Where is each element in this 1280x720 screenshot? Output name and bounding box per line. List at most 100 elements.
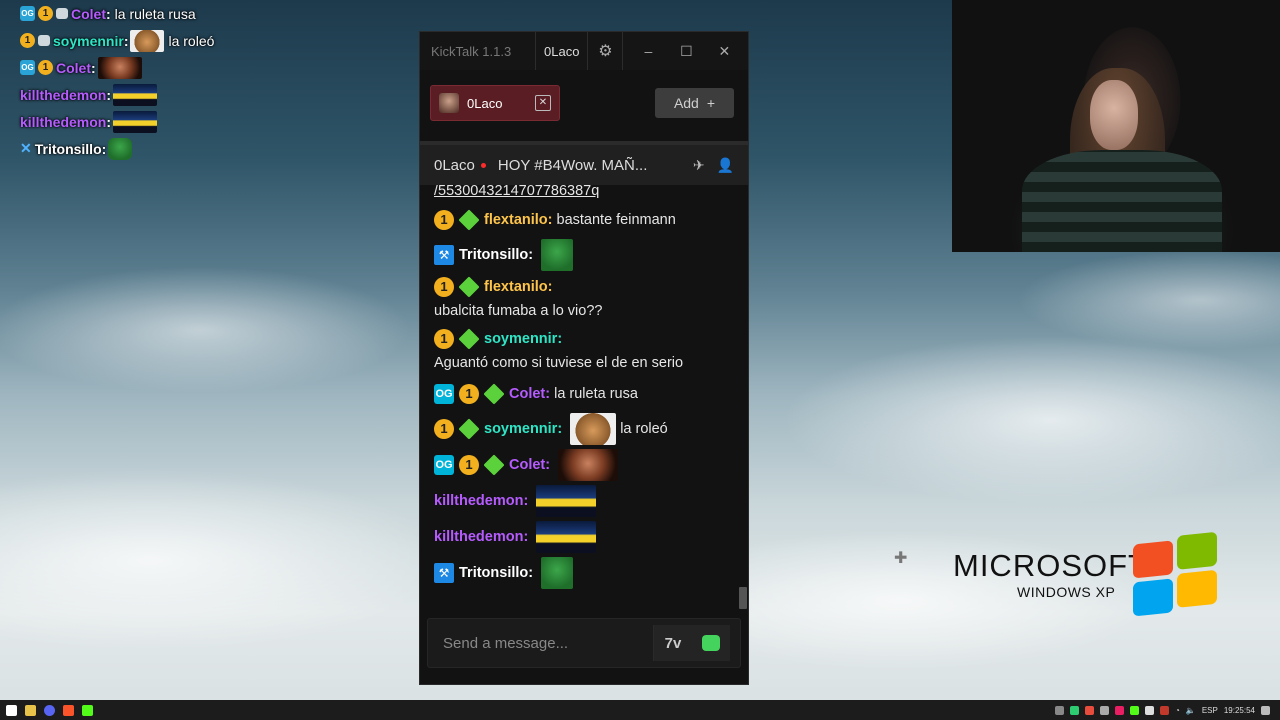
chat-message[interactable]: OG 1 Colet: [434,449,724,481]
stream-title: HOY #B4Wow. MAÑ... [497,156,648,174]
chat-username[interactable]: flextanilo [484,208,548,232]
chat-messages[interactable]: /5530043214707786387q 1 flextanilo: bastan… [420,185,738,605]
chat-link[interactable]: /5530043214707786387q [434,185,724,201]
chat-colon: : [557,421,563,437]
user-icon[interactable]: 👤 [717,157,734,174]
chat-badge-icon [38,35,50,46]
kick-emote-button[interactable] [692,625,730,661]
close-button[interactable]: ✕ [705,43,743,60]
car-emote-icon [536,521,597,553]
webcam-person-face [1090,80,1138,150]
chat-username[interactable]: killthedemon [434,489,523,513]
moderator-badge-icon: ✕ [20,140,32,156]
chat-username[interactable]: soymennir [484,327,557,351]
gift-badge-icon [483,383,505,405]
overlay-colon: : [101,140,107,157]
overlay-chat-row: OG 1 Colet: la ruleta rusa [20,0,340,27]
settings-gear-icon[interactable]: ⚙ [588,32,624,70]
tray-icon[interactable] [1115,705,1125,715]
chat-message[interactable]: 1 flextanilo: ubalcita fumaba a lo vio?? [434,275,724,323]
chat-message[interactable]: 1 flextanilo: bastante feinmann [434,205,724,235]
gift-badge-icon [483,454,505,476]
overlay-username: Colet [56,59,91,76]
tray-icon[interactable] [1055,705,1065,715]
plus-icon: + [706,95,716,111]
chat-badge-icon [56,8,68,19]
chat-message[interactable]: 1 soymennir: Aguantó como si tuviese el de… [434,327,724,375]
tab-close-icon[interactable]: ✕ [535,95,551,111]
maximize-button[interactable]: ☐ [667,43,705,60]
channel-avatar [439,93,459,113]
chat-username[interactable]: flextanilo [484,275,548,299]
subscriber-badge-icon: 1 [434,419,454,439]
pepe-emote-icon [541,239,574,271]
overlay-chat: OG 1 Colet: la ruleta rusa 1 soymennir: la rol… [20,0,340,162]
kick-icon[interactable] [82,704,93,716]
message-input-bar: 7v [427,618,741,668]
chat-message[interactable]: ⚒ Tritonsillo: [434,239,724,271]
pin-icon[interactable]: ✈ [693,157,705,174]
tray-icon[interactable] [1145,705,1155,715]
chat-message[interactable]: 1 soymennir: la roleó [434,413,724,445]
subscriber-badge-icon: 1 [38,6,53,21]
window-titlebar[interactable]: KickTalk 1.1.3 0Laco ⚙ – ☐ ✕ [420,32,748,70]
volume-icon[interactable]: 🔈 [1186,706,1196,715]
kick-emote-icon [702,635,720,651]
discord-icon[interactable] [44,704,55,716]
og-badge-icon: OG [434,384,454,404]
channel-name[interactable]: 0Laco [434,157,475,174]
chat-text: la ruleta rusa [554,386,638,402]
tray-icon[interactable] [1130,705,1140,715]
subscriber-badge-icon: 1 [434,329,454,349]
subscriber-badge-icon: 1 [459,455,479,475]
tray-icon[interactable] [1070,705,1080,715]
gift-badge-icon [458,276,480,298]
brave-icon[interactable] [63,704,74,716]
chat-text: bastante feinmann [556,212,676,228]
tray-icon[interactable] [1100,705,1110,715]
message-input[interactable] [428,633,653,653]
subscriber-badge-icon: 1 [434,210,454,230]
chat-message[interactable]: killthedemon: [434,485,724,517]
subscriber-badge-icon: 1 [434,277,454,297]
chat-username[interactable]: soymennir [484,417,557,441]
7tv-emote-button[interactable]: 7v [654,625,692,661]
overlay-username: Tritonsillo [34,140,102,157]
tray-icon[interactable] [1160,705,1170,715]
chat-colon: : [545,457,551,473]
explorer-icon[interactable] [25,704,36,716]
chat-username[interactable]: killthedemon [434,525,523,549]
chat-message[interactable]: ⚒ Tritonsillo: [434,557,724,589]
current-user[interactable]: 0Laco [535,32,589,70]
start-icon[interactable] [6,704,17,716]
gift-badge-icon [458,418,480,440]
minimize-button[interactable]: – [629,43,667,59]
chat-colon: : [545,386,551,402]
clock[interactable]: 19:25:54 [1224,706,1255,715]
add-label: Add [673,95,699,111]
chat-colon: : [528,565,534,581]
notification-icon[interactable] [1261,705,1270,715]
dog-emote-icon [130,29,165,52]
chat-username[interactable]: Tritonsillo [459,561,528,585]
chat-username[interactable]: Colet [509,382,545,406]
face-emote-icon [97,56,142,79]
wifi-icon[interactable]: ◔ [1175,706,1180,715]
pepe-emote-icon [541,557,574,589]
overlay-chat-row: 1 soymennir: la roleó [20,27,340,54]
chat-username[interactable]: Colet [509,453,545,477]
overlay-colon: : [106,86,112,103]
language-indicator[interactable]: ESP [1202,706,1218,715]
chat-message[interactable]: OG 1 Colet: la ruleta rusa [434,379,724,409]
chat-username[interactable]: Tritonsillo [459,243,528,267]
tab-0laco[interactable]: 0Laco ✕ [430,85,560,121]
chat-text: la roleó [620,421,668,437]
chat-message[interactable]: killthedemon: [434,521,724,553]
add-channel-button[interactable]: Add + [655,88,734,118]
chat-scrollbar[interactable] [739,587,747,609]
overlay-colon: : [123,32,129,49]
overlay-chat-row: killthedemon: [20,81,340,108]
tray-icon[interactable] [1085,705,1095,715]
overlay-colon: : [106,113,112,130]
xp-brand: MICROSOFT [953,548,1148,583]
